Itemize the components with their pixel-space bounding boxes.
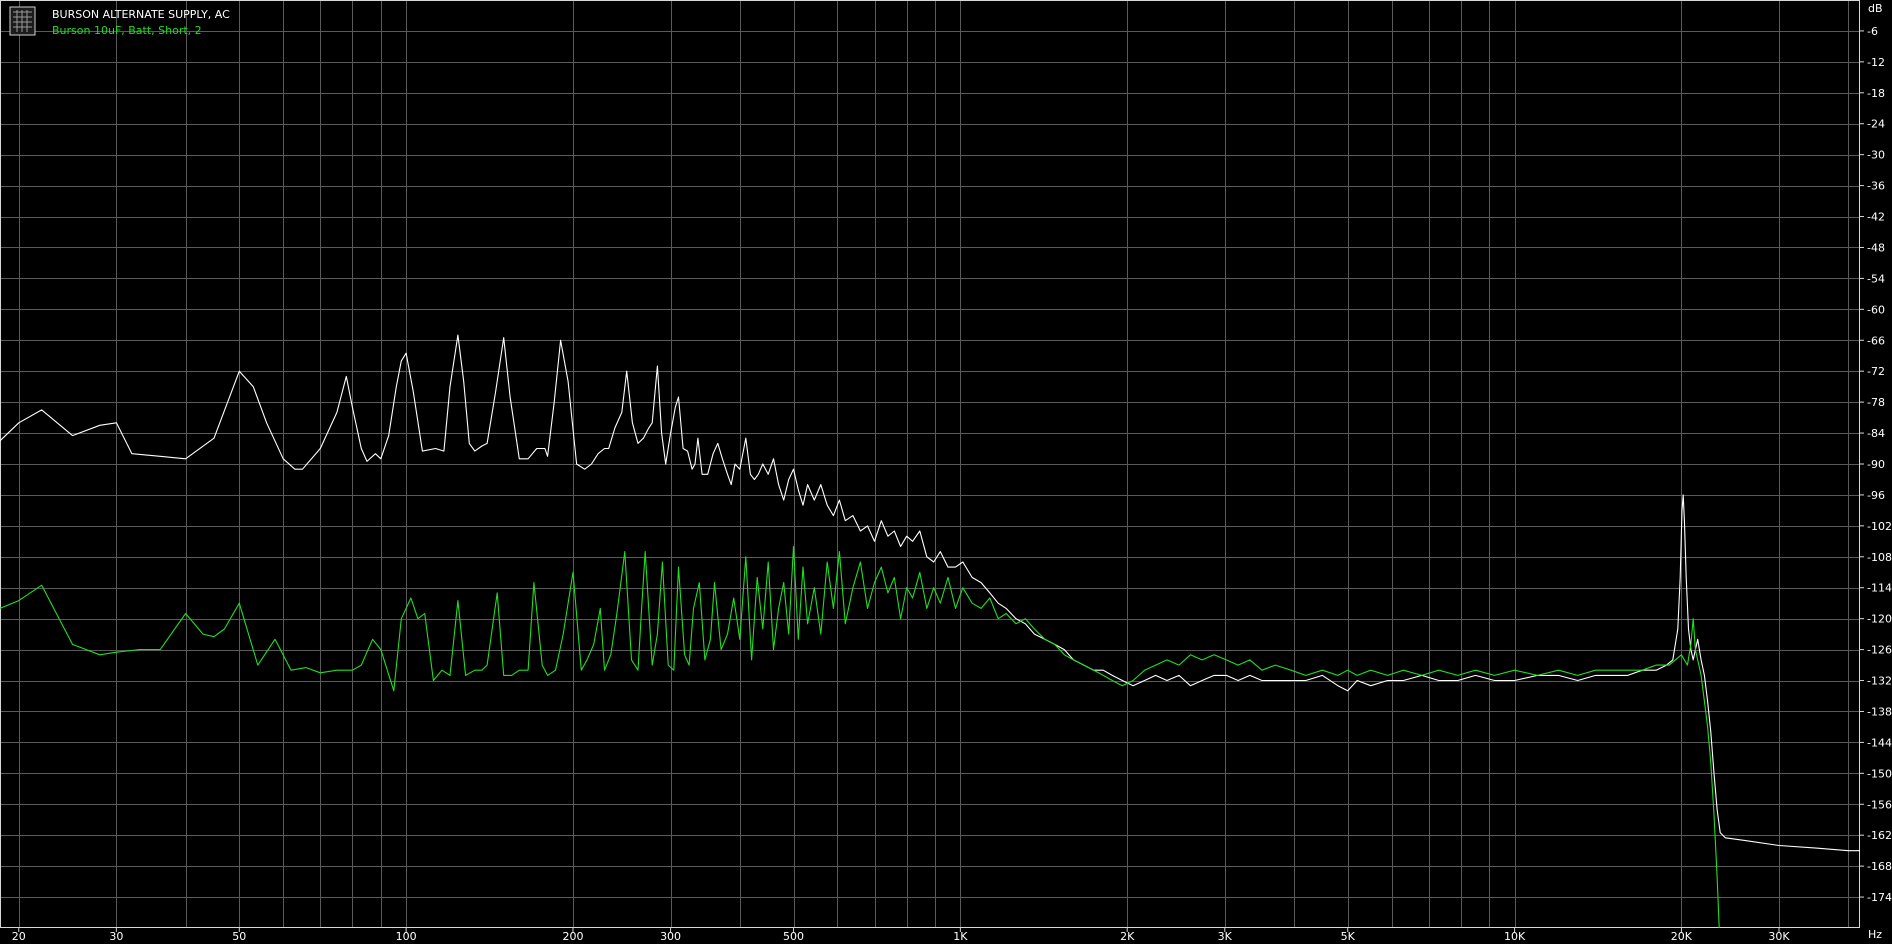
y-tick-label: -138 — [1867, 705, 1892, 718]
spectrum-chart: -6 -12 -18 -24 -30 -36 -42 -48 -54 -60 -66 -72 -78 -8… — [0, 0, 1892, 944]
y-tick-label: -6 — [1867, 25, 1878, 38]
x-tick-label: 30 — [109, 930, 123, 943]
x-tick-label: 100 — [396, 930, 417, 943]
x-tick-label: 50 — [232, 930, 246, 943]
x-tick-label: 20K — [1671, 930, 1693, 943]
y-tick-label: -108 — [1867, 551, 1892, 564]
y-tick-label: -54 — [1867, 272, 1885, 285]
chart-title: BURSON ALTERNATE SUPPLY, AC — [52, 8, 230, 21]
x-tick-label: 2K — [1120, 930, 1135, 943]
y-tick-label: -156 — [1867, 798, 1892, 811]
y-tick-label: -168 — [1867, 860, 1892, 873]
y-tick-label: -150 — [1867, 767, 1892, 780]
y-tick-label: -144 — [1867, 736, 1892, 749]
y-tick-label: -120 — [1867, 613, 1892, 626]
y-tick-label: -36 — [1867, 180, 1885, 193]
y-tick-label: -126 — [1867, 644, 1892, 657]
y-tick-label: -96 — [1867, 489, 1885, 502]
y-tick-label: -114 — [1867, 582, 1892, 595]
x-tick-label: 3K — [1218, 930, 1233, 943]
y-tick-label: -12 — [1867, 56, 1885, 69]
y-tick-label: -162 — [1867, 829, 1892, 842]
y-tick-label: -78 — [1867, 396, 1885, 409]
y-tick-label: -42 — [1867, 211, 1885, 224]
y-tick-label: -132 — [1867, 675, 1892, 688]
analyzer-app-icon[interactable] — [9, 6, 36, 36]
legend-series-2: Burson 10uF, Batt, Short, 2 — [52, 24, 202, 37]
x-tick-label: 20 — [12, 930, 26, 943]
y-tick-label: -18 — [1867, 87, 1885, 100]
x-tick-label: 30K — [1768, 930, 1790, 943]
x-tick-label: 200 — [562, 930, 583, 943]
y-tick-label: -84 — [1867, 427, 1885, 440]
y-unit-label: dB — [1868, 2, 1883, 15]
y-tick-label: -72 — [1867, 365, 1885, 378]
x-tick-label: 1K — [953, 930, 968, 943]
x-tick-label: 500 — [783, 930, 804, 943]
x-tick-label: 10K — [1504, 930, 1526, 943]
y-tick-label: -66 — [1867, 334, 1885, 347]
x-unit-label: Hz — [1868, 928, 1882, 941]
x-tick-label: 5K — [1341, 930, 1356, 943]
y-tick-label: -174 — [1867, 891, 1892, 904]
x-tick-label: 300 — [660, 930, 681, 943]
y-tick-label: -30 — [1867, 149, 1885, 162]
y-tick-label: -60 — [1867, 303, 1885, 316]
y-tick-label: -90 — [1867, 458, 1885, 471]
y-tick-label: -24 — [1867, 118, 1885, 131]
y-tick-label: -48 — [1867, 241, 1885, 254]
y-tick-label: -102 — [1867, 520, 1892, 533]
